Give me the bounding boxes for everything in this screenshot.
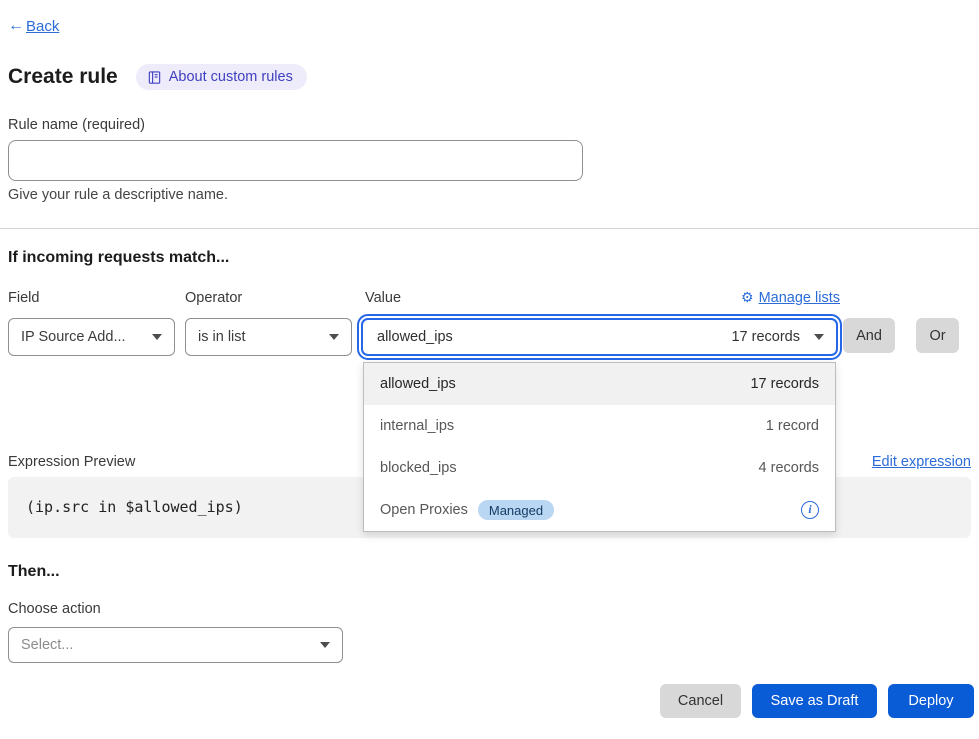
section-divider [0, 228, 979, 229]
list-item-name: allowed_ips [380, 376, 456, 392]
list-item-records: 4 records [759, 460, 819, 476]
and-button[interactable]: And [843, 318, 895, 353]
then-section-heading: Then... [8, 563, 60, 581]
action-select-placeholder: Select... [21, 637, 73, 653]
book-icon [147, 70, 162, 85]
list-item-records: 17 records [750, 376, 819, 392]
list-dropdown-menu: allowed_ips 17 records internal_ips 1 re… [363, 362, 836, 532]
list-item-blocked-ips[interactable]: blocked_ips 4 records [364, 447, 835, 489]
create-rule-page: ← Back Create rule About custom rules Ru… [0, 0, 979, 739]
managed-badge: Managed [478, 500, 554, 520]
value-select-value: allowed_ips [377, 329, 453, 345]
action-select[interactable]: Select... [8, 627, 343, 663]
value-select[interactable]: allowed_ips 17 records [361, 318, 838, 356]
list-item-internal-ips[interactable]: internal_ips 1 record [364, 405, 835, 447]
gear-icon: ⚙ [741, 289, 754, 306]
back-link[interactable]: ← Back [8, 17, 59, 35]
rule-name-input[interactable] [8, 140, 583, 181]
chevron-down-icon [814, 334, 824, 340]
info-icon[interactable]: i [801, 501, 819, 519]
cancel-button[interactable]: Cancel [660, 684, 741, 718]
chevron-down-icon [329, 334, 339, 340]
manage-lists-label: Manage lists [759, 290, 840, 306]
operator-select-value: is in list [198, 329, 246, 345]
match-section-heading: If incoming requests match... [8, 249, 229, 267]
about-custom-rules-label: About custom rules [169, 69, 293, 85]
deploy-button[interactable]: Deploy [888, 684, 974, 718]
operator-column-label: Operator [185, 290, 242, 306]
rule-name-helper: Give your rule a descriptive name. [8, 187, 228, 203]
expression-code: (ip.src in $allowed_ips) [26, 498, 243, 516]
choose-action-label: Choose action [8, 601, 101, 617]
back-link-label: Back [26, 18, 59, 35]
back-arrow-icon: ← [8, 17, 24, 35]
list-item-allowed-ips[interactable]: allowed_ips 17 records [364, 363, 835, 405]
list-item-open-proxies[interactable]: Open Proxies Managed i [364, 489, 835, 531]
or-button[interactable]: Or [916, 318, 959, 353]
list-item-name: Open Proxies [380, 502, 468, 518]
value-select-records: 17 records [731, 329, 800, 345]
about-custom-rules-link[interactable]: About custom rules [136, 64, 307, 90]
field-select-value: IP Source Add... [21, 329, 126, 345]
operator-select[interactable]: is in list [185, 318, 352, 356]
expression-preview-label: Expression Preview [8, 454, 135, 470]
title-row: Create rule About custom rules [8, 64, 307, 90]
manage-lists-link[interactable]: ⚙ Manage lists [741, 289, 840, 306]
list-item-name: blocked_ips [380, 460, 457, 476]
chevron-down-icon [320, 642, 330, 648]
save-as-draft-button[interactable]: Save as Draft [752, 684, 877, 718]
rule-name-label: Rule name (required) [8, 117, 145, 133]
field-column-label: Field [8, 290, 39, 306]
field-select[interactable]: IP Source Add... [8, 318, 175, 356]
list-item-records: 1 record [766, 418, 819, 434]
edit-expression-link[interactable]: Edit expression [872, 454, 971, 470]
value-column-label: Value [365, 290, 401, 306]
list-item-name: internal_ips [380, 418, 454, 434]
page-title: Create rule [8, 65, 118, 89]
chevron-down-icon [152, 334, 162, 340]
